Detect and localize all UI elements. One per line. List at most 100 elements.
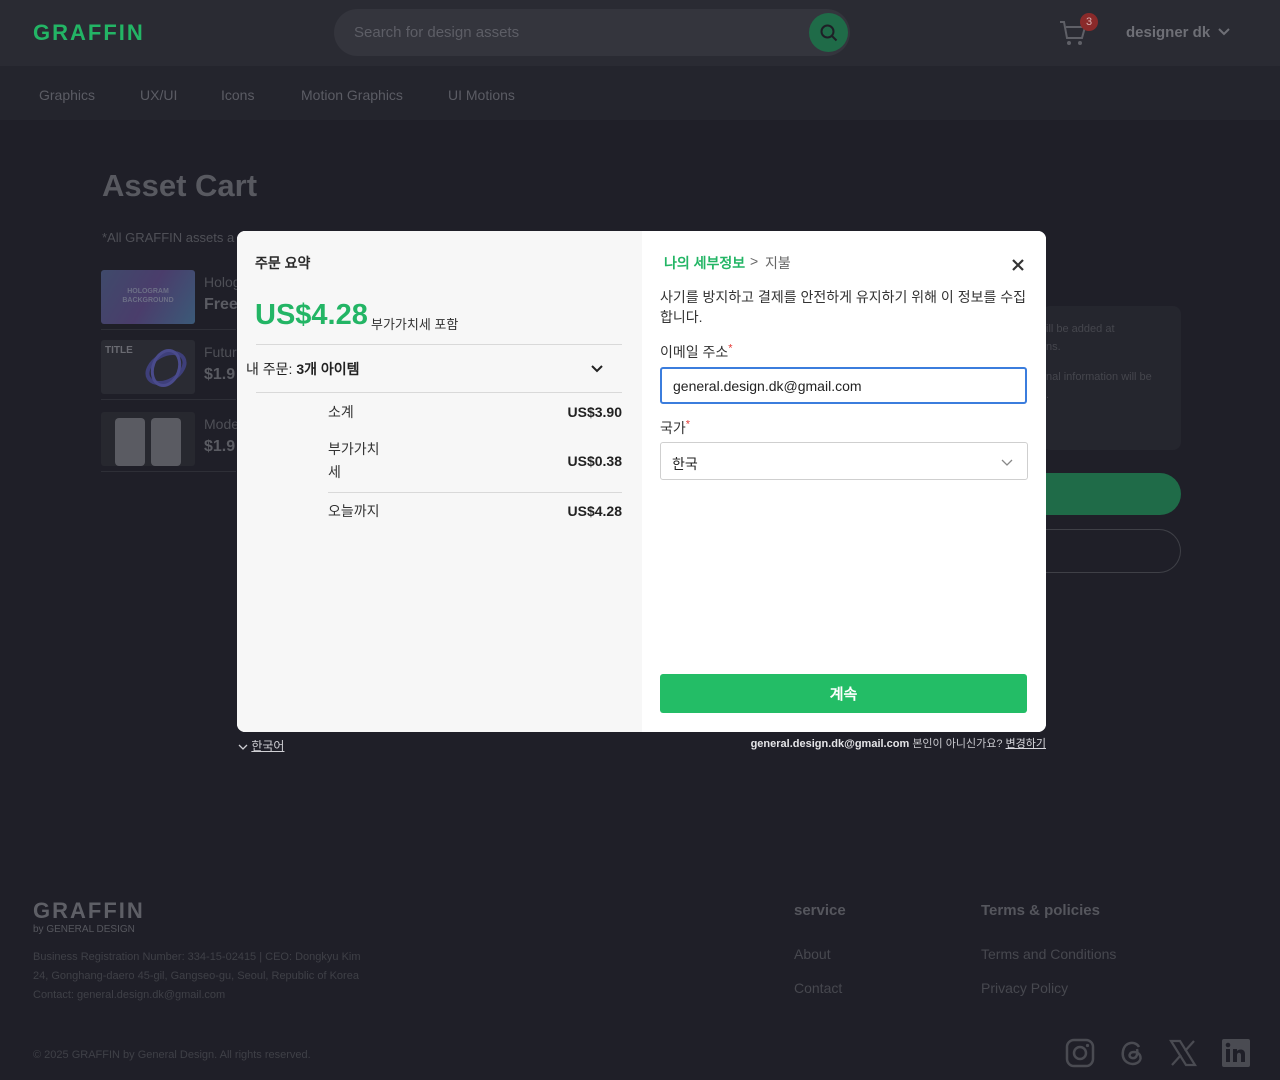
footer-copyright: © 2025 GRAFFIN by General Design. All ri… xyxy=(33,1049,311,1061)
breadcrumb-my-details[interactable]: 나의 세부정보 xyxy=(664,253,745,273)
page-title: Asset Cart xyxy=(102,168,258,203)
change-account-link[interactable]: 변경하기 xyxy=(1006,738,1046,750)
email-label: 이메일 주소* xyxy=(660,342,733,362)
item-price: $1.9 xyxy=(204,366,236,383)
footer-service-heading: service xyxy=(794,902,846,919)
footer-address: 24, Gonghang-daero 45-gil, Gangseo-gu, S… xyxy=(33,970,359,982)
nav-graphics[interactable]: Graphics xyxy=(39,87,95,103)
cart-item[interactable]: HOLOGRAM BACKGROUND Holog Free xyxy=(101,270,241,330)
side-text: ill be added at xyxy=(1046,323,1115,335)
total-today-label: 오늘까지 xyxy=(328,503,380,519)
orders-label: 내 주문: xyxy=(246,361,293,377)
divider xyxy=(256,392,622,393)
secondary-button[interactable] xyxy=(1042,529,1181,573)
swirl-graphic xyxy=(145,349,187,387)
item-thumbnail: TITLE xyxy=(101,340,195,394)
breadcrumb-payment[interactable]: 지불 xyxy=(765,253,791,273)
subtotal-label: 소계 xyxy=(328,404,354,420)
category-nav: Graphics UX/UI Icons Motion Graphics UI … xyxy=(0,66,1280,120)
info-description: 사기를 방지하고 결제를 안전하게 유지하기 위해 이 정보를 수집합니다. xyxy=(660,289,1026,325)
close-button[interactable] xyxy=(1008,255,1028,275)
nav-icons[interactable]: Icons xyxy=(221,87,254,103)
continue-button[interactable]: 계속 xyxy=(660,674,1027,713)
breadcrumb-separator: > xyxy=(750,253,759,269)
total-today-value: US$4.28 xyxy=(567,503,622,519)
footer-link-terms[interactable]: Terms and Conditions xyxy=(981,946,1116,962)
phone-mockup xyxy=(151,418,181,466)
order-info-card: ill be added at ns. nal information will… xyxy=(1042,306,1181,450)
order-total: US$4.28 xyxy=(255,299,368,331)
language-selector[interactable]: 한국어 xyxy=(238,737,284,754)
side-text: nal information will be xyxy=(1046,371,1152,383)
cart-item[interactable]: TITLE Futur $1.9 xyxy=(101,340,237,400)
vat-value: US$0.38 xyxy=(567,453,622,469)
footer-link-about[interactable]: About xyxy=(794,946,831,962)
country-select[interactable]: 한국 xyxy=(660,442,1028,480)
chevron-down-icon[interactable] xyxy=(589,361,605,377)
country-label: 국가* xyxy=(660,418,690,438)
chevron-down-icon xyxy=(238,744,248,750)
side-text: ns. xyxy=(1046,341,1061,353)
search-button[interactable] xyxy=(809,13,848,52)
country-label-text: 국가 xyxy=(660,420,686,436)
chevron-down-icon xyxy=(1001,459,1013,466)
nav-ui-motions[interactable]: UI Motions xyxy=(448,87,515,103)
item-thumbnail: HOLOGRAM BACKGROUND xyxy=(101,270,195,324)
checkout-button[interactable] xyxy=(1042,473,1181,515)
vat-included-note: 부가가치세 포함 xyxy=(371,317,459,332)
account-email: general.design.dk@gmail.com xyxy=(750,738,910,750)
email-label-text: 이메일 주소 xyxy=(660,344,729,360)
footer-business-info: Business Registration Number: 334-15-024… xyxy=(33,951,361,963)
vat-label: 부가가치 세 xyxy=(328,441,380,480)
item-price: $1.9 xyxy=(204,438,236,455)
footer-link-contact[interactable]: Contact xyxy=(794,980,842,996)
order-summary-panel: 주문 요약 US$4.28 부가가치세 포함 내 주문: 3개 아이템 소계 U… xyxy=(237,231,642,732)
phone-mockup xyxy=(115,418,145,466)
email-field[interactable] xyxy=(660,367,1027,404)
nav-uxui[interactable]: UX/UI xyxy=(140,87,177,103)
item-name: Mode xyxy=(204,416,240,432)
item-name: Holog xyxy=(204,274,241,290)
close-icon xyxy=(1012,259,1024,271)
search-bar[interactable]: Search for design assets xyxy=(334,9,850,56)
footer-contact: Contact: general.design.dk@gmail.com xyxy=(33,989,226,1001)
graffin-logo[interactable]: GRAFFIN xyxy=(33,20,145,46)
footer-terms-heading: Terms & policies xyxy=(981,902,1100,919)
cart-item[interactable]: Mode $1.9 xyxy=(101,412,240,472)
order-summary-title: 주문 요약 xyxy=(255,255,311,271)
threads-icon[interactable] xyxy=(1117,1038,1147,1068)
required-mark: * xyxy=(728,342,733,355)
footer-logo[interactable]: GRAFFIN xyxy=(33,898,145,924)
item-thumbnail xyxy=(101,412,195,466)
x-icon[interactable] xyxy=(1168,1038,1198,1068)
language-label: 한국어 xyxy=(251,739,285,753)
subtotal-value: US$3.90 xyxy=(567,404,622,420)
footer-link-privacy[interactable]: Privacy Policy xyxy=(981,980,1068,996)
instagram-icon[interactable] xyxy=(1065,1038,1095,1068)
search-placeholder: Search for design assets xyxy=(354,24,520,41)
side-text: . xyxy=(1046,389,1050,401)
required-mark: * xyxy=(685,418,691,431)
chevron-down-icon[interactable] xyxy=(1217,22,1231,42)
account-line: general.design.dk@gmail.com 본인이 아니신가요? 변… xyxy=(751,735,1046,751)
my-orders-toggle[interactable]: 내 주문: 3개 아이템 xyxy=(246,359,360,379)
item-price: Free xyxy=(204,296,238,313)
top-header: GRAFFIN Search for design assets 3 desig… xyxy=(0,0,1280,66)
nav-motion-graphics[interactable]: Motion Graphics xyxy=(301,87,403,103)
divider xyxy=(328,492,622,493)
orders-count: 3개 아이템 xyxy=(296,361,360,377)
footer-logo-sub: by GENERAL DESIGN xyxy=(33,924,135,935)
item-name: Futur xyxy=(204,344,237,360)
linkedin-icon[interactable] xyxy=(1221,1038,1251,1068)
country-value: 한국 xyxy=(672,456,698,472)
account-question: 본인이 아니신가요? xyxy=(912,738,1003,750)
search-icon xyxy=(820,24,837,41)
user-menu[interactable]: designer dk xyxy=(1126,24,1210,41)
details-panel: 나의 세부정보 > 지불 사기를 방지하고 결제를 안전하게 유지하기 위해 이… xyxy=(642,231,1046,732)
thumbnail-text: TITLE xyxy=(105,345,133,356)
checkout-modal: 주문 요약 US$4.28 부가가치세 포함 내 주문: 3개 아이템 소계 U… xyxy=(237,231,1046,732)
divider xyxy=(256,344,622,345)
cart-note: *All GRAFFIN assets a xyxy=(102,230,235,245)
thumbnail-text: HOLOGRAM BACKGROUND xyxy=(122,288,174,304)
cart-count-badge: 3 xyxy=(1080,13,1098,31)
